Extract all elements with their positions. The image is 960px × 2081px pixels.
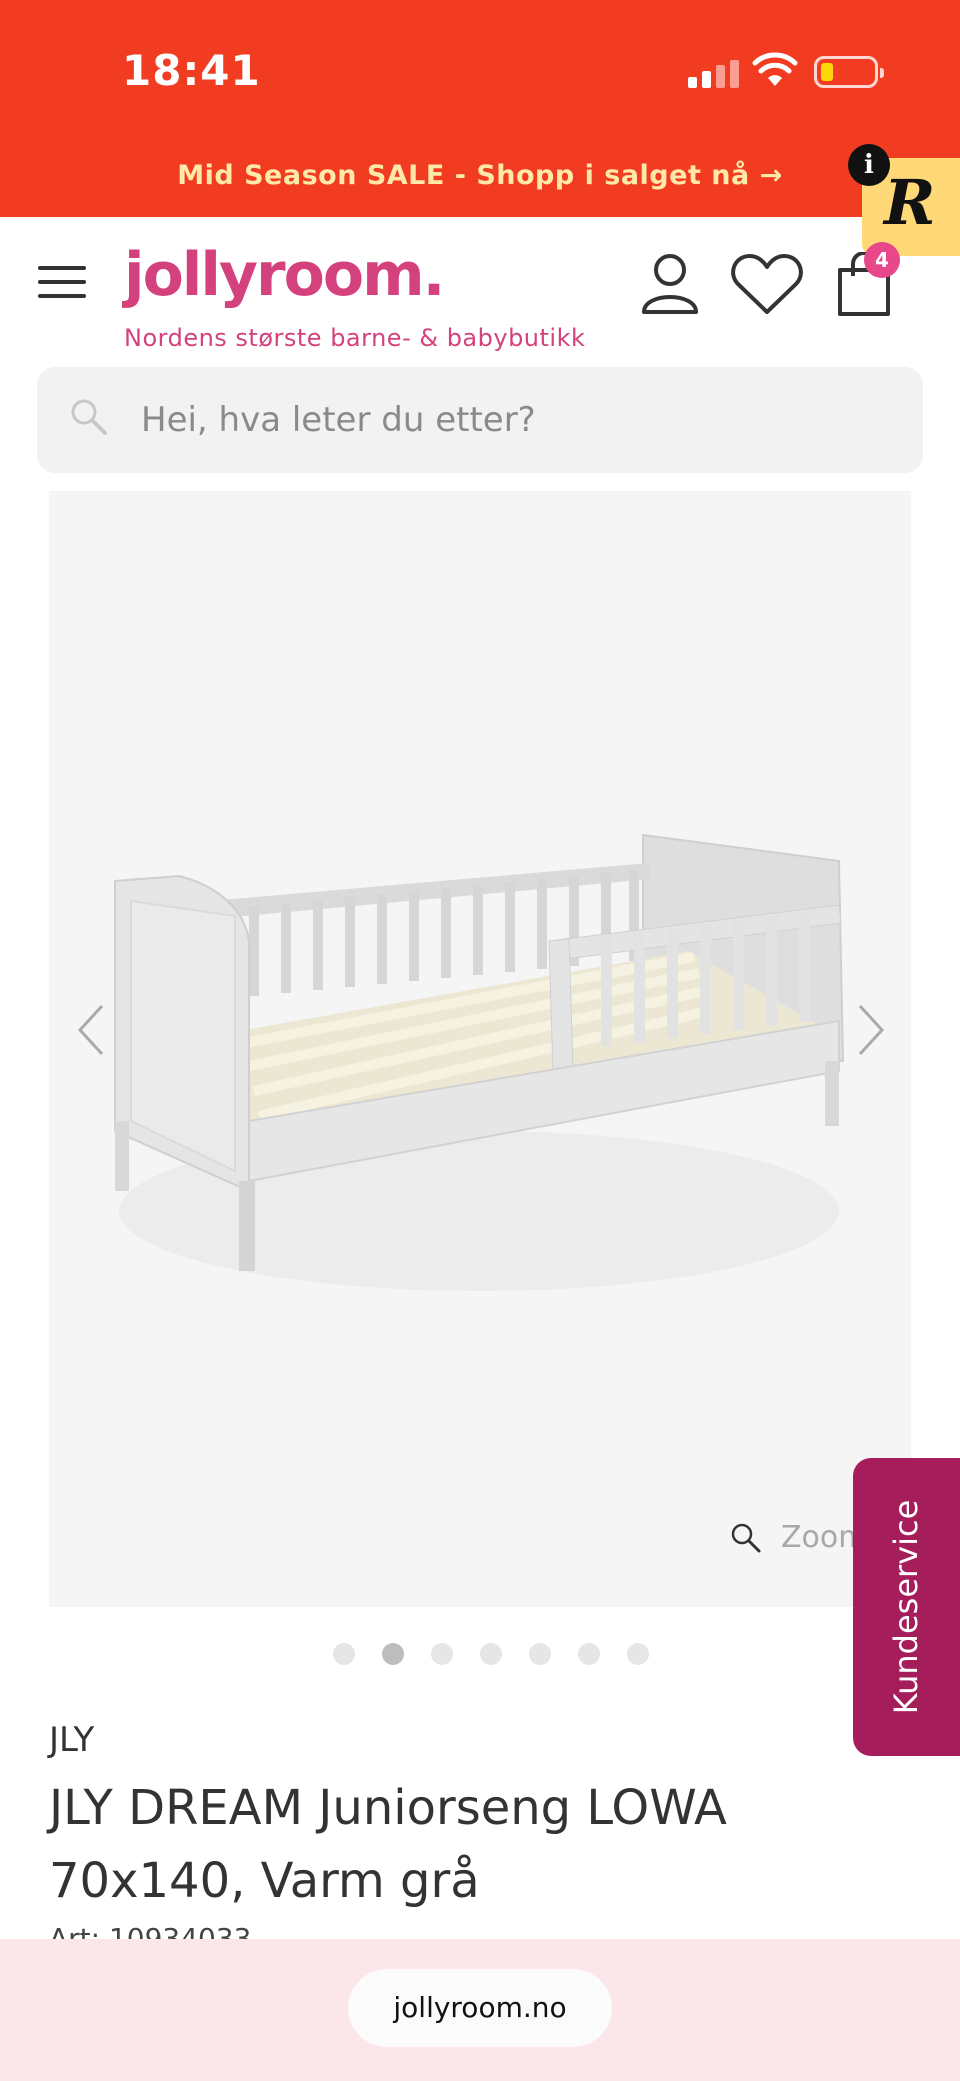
site-logo[interactable]: jollyroom.: [124, 240, 445, 310]
gallery-dot-active[interactable]: [382, 1643, 404, 1665]
cart-count-badge: 4: [864, 242, 900, 278]
product-image-gallery[interactable]: [49, 491, 911, 1607]
cellular-signal-icon: [688, 60, 740, 88]
zoom-icon[interactable]: [730, 1518, 762, 1558]
product-title: JLY DREAM Juniorseng LOWA 70x140, Varm g…: [49, 1780, 727, 1909]
gallery-dot[interactable]: [627, 1643, 649, 1665]
product-brand[interactable]: JLY: [49, 1720, 94, 1760]
promo-text[interactable]: Mid Season SALE - Shopp i salget nå →: [0, 160, 960, 191]
search-bar[interactable]: [37, 367, 923, 473]
search-icon: [71, 399, 107, 435]
browser-url[interactable]: jollyroom.no: [348, 1969, 612, 2047]
next-image-arrow-icon[interactable]: [850, 1000, 890, 1060]
account-icon[interactable]: [640, 252, 700, 314]
reviews-logo-letter: R: [884, 166, 936, 239]
info-icon[interactable]: i: [848, 144, 890, 186]
customer-service-tab[interactable]: Kundeservice: [853, 1458, 960, 1756]
promo-banner[interactable]: 18:41 Mid Season SALE - Shopp i salget n…: [0, 0, 960, 217]
gallery-dot[interactable]: [480, 1643, 502, 1665]
gallery-dot[interactable]: [529, 1643, 551, 1665]
browser-address-bar: jollyroom.no: [0, 1939, 960, 2081]
product-image-bed: [114, 833, 845, 1291]
wishlist-heart-icon[interactable]: [730, 252, 804, 316]
hamburger-menu-icon[interactable]: [38, 266, 86, 298]
gallery-dot[interactable]: [578, 1643, 600, 1665]
site-tagline: Nordens største barne- & babybutikk: [124, 324, 586, 352]
previous-image-arrow-icon[interactable]: [72, 1000, 112, 1060]
customer-service-label: Kundeservice: [887, 1499, 925, 1715]
status-time: 18:41: [122, 46, 261, 95]
gallery-dot[interactable]: [431, 1643, 453, 1665]
gallery-dot[interactable]: [333, 1643, 355, 1665]
battery-icon: [814, 56, 884, 88]
wifi-icon: [752, 52, 798, 86]
search-input[interactable]: [141, 393, 881, 447]
product-page: 18:41 Mid Season SALE - Shopp i salget n…: [0, 0, 960, 2081]
